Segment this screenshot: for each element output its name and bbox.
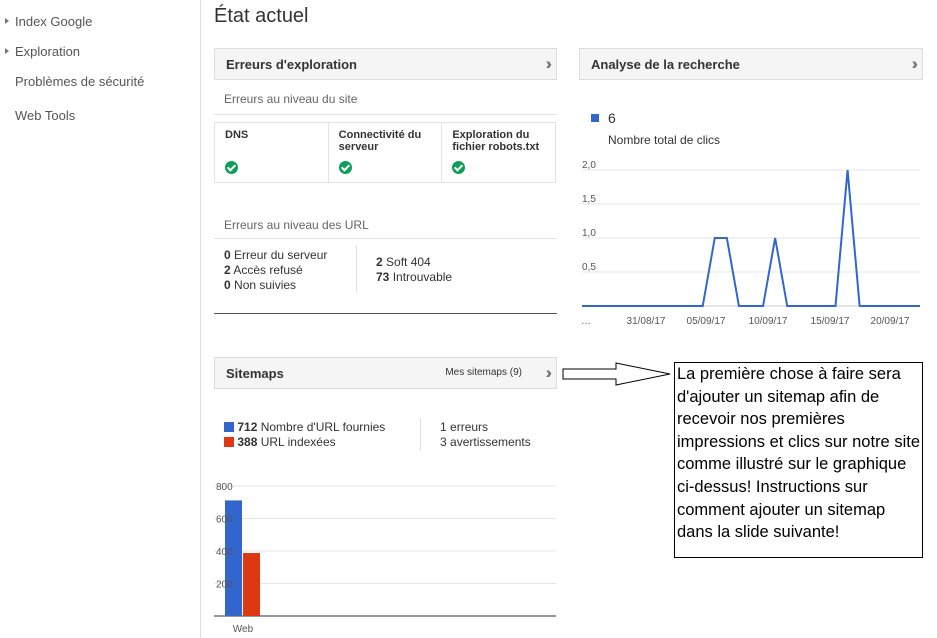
site-check-connectivity[interactable]: Connectivité du serveur [329,123,443,182]
url-error-not-found[interactable]: 73 Introuvable [376,270,452,284]
chevron-right-icon[interactable]: ›› [912,54,920,74]
sidebar-item-web-tools[interactable]: Web Tools [15,108,75,123]
total-clicks-value: 6 [608,110,616,126]
site-check-label: Connectivité du serveur [338,129,422,153]
sidebar-item-label: Web Tools [15,108,76,123]
legend-swatch [224,437,234,447]
divider [214,238,557,239]
sitemaps-header[interactable]: Sitemaps Mes sitemaps (9) ›› [214,357,557,389]
check-icon [338,161,352,174]
bar-indexed [243,553,260,616]
check-icon [225,161,238,174]
arrow-right-icon [562,362,671,386]
clicks-line-chart: 0,5 1,0 1,5 2,0 … 31/08/17 05/09/17 10/09/17 15… [581,160,920,327]
url-error-server[interactable]: 0 Erreur du serveur [224,248,327,262]
site-errors-table: DNS Connectivité du serveur Exploration … [214,122,556,183]
chevron-right-icon[interactable]: ›› [546,363,554,383]
sitemap-errors[interactable]: 1 erreurs [440,420,488,434]
x-tick-label: 15/09/17 [811,316,850,327]
y-tick-label: 200 [216,580,233,591]
divider [214,313,557,314]
sidebar: Index Google Exploration Problèmes de sé… [0,0,201,638]
site-check-label: DNS [225,129,249,141]
column-divider [356,246,357,292]
chevron-right-icon[interactable]: ›› [546,54,554,74]
x-tick-label: 10/09/17 [749,316,788,327]
y-tick-label: 600 [216,515,233,526]
crawl-errors-title: Erreurs d'exploration [226,57,357,72]
site-level-label: Erreurs au niveau du site [224,92,358,106]
x-tick-label: 31/08/17 [627,316,666,327]
y-tick-label: 400 [216,547,233,558]
site-check-robots[interactable]: Exploration du fichier robots.txt [442,123,555,182]
divider [214,114,557,115]
callout-arrow [562,362,671,386]
sitemap-submitted: 712 Nombre d'URL fournies [224,420,385,434]
check-icon [452,161,466,174]
x-tick-label: … [581,316,591,327]
crawl-errors-header[interactable]: Erreurs d'exploration ›› [214,48,557,80]
sitemaps-title: Sitemaps [226,366,284,381]
column-divider [420,418,421,450]
instruction-callout: La première chose à faire sera d'ajouter… [674,362,923,558]
page-title: État actuel [214,5,309,27]
search-analysis-title: Analyse de la recherche [591,57,740,72]
sidebar-item-label: Problèmes de sécurité [15,74,145,89]
sidebar-item-security[interactable]: Problèmes de sécurité [15,74,144,89]
expand-triangle-icon [5,18,9,24]
site-check-label: Exploration du fichier robots.txt [452,129,540,153]
sidebar-item-exploration[interactable]: Exploration [5,44,81,59]
expand-triangle-icon [5,48,9,54]
x-tick-label: Web [233,624,254,635]
my-sitemaps-link[interactable]: Mes sitemaps (9) [445,367,522,378]
sitemap-warnings[interactable]: 3 avertissements [440,435,531,449]
sidebar-item-label: Exploration [15,44,81,59]
site-check-dns[interactable]: DNS [215,123,329,182]
y-tick-label: 1,5 [582,194,596,205]
y-tick-label: 0,5 [582,262,596,273]
sidebar-item-index-google[interactable]: Index Google [5,14,93,29]
url-level-label: Erreurs au niveau des URL [224,218,369,232]
sitemap-indexed: 388 URL indexées [224,435,336,449]
x-tick-label: 05/09/17 [687,316,726,327]
sidebar-item-label: Index Google [15,14,93,29]
x-tick-label: 20/09/17 [871,316,910,327]
url-error-access-denied[interactable]: 2 Accès refusé [224,263,303,277]
y-tick-label: 2,0 [582,160,596,171]
y-tick-label: 800 [216,482,233,493]
search-analysis-header[interactable]: Analyse de la recherche ›› [579,48,923,80]
url-error-soft-404[interactable]: 2 Soft 404 [376,255,431,269]
legend-swatch [591,114,599,122]
url-error-not-followed[interactable]: 0 Non suivies [224,278,296,292]
total-clicks-label: Nombre total de clics [608,133,721,147]
sitemap-bar-chart: 200 400 600 800 Web [214,482,556,635]
legend-swatch [224,422,234,432]
y-tick-label: 1,0 [582,228,596,239]
